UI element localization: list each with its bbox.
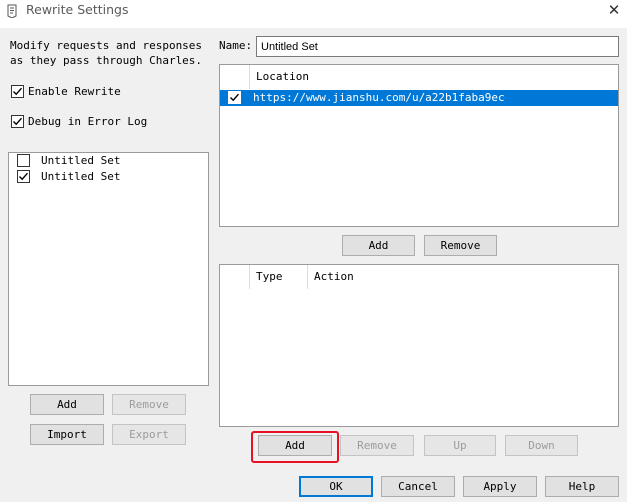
charles-app-icon bbox=[6, 4, 18, 19]
checkmark-icon bbox=[13, 87, 23, 96]
set-checkbox[interactable] bbox=[17, 170, 30, 183]
set-name-input[interactable] bbox=[256, 36, 619, 57]
move-up-button[interactable]: Up bbox=[424, 435, 496, 456]
help-button[interactable]: Help bbox=[545, 476, 619, 497]
add-rule-button[interactable]: Add bbox=[258, 435, 332, 456]
table-row[interactable]: https://www.jianshu.com/u/a22b1faba9ec bbox=[220, 90, 618, 106]
set-list-item[interactable]: Untitled Set bbox=[17, 154, 120, 167]
location-checkbox[interactable] bbox=[228, 91, 241, 104]
add-set-button[interactable]: Add bbox=[30, 394, 104, 415]
locations-table[interactable]: Location https://www.jianshu.com/u/a22b1… bbox=[219, 64, 619, 227]
remove-location-button[interactable]: Remove bbox=[424, 235, 497, 256]
location-checkbox-column bbox=[220, 65, 250, 89]
import-button[interactable]: Import bbox=[30, 424, 104, 445]
action-column-header[interactable]: Action bbox=[308, 265, 618, 289]
location-url: https://www.jianshu.com/u/a22b1faba9ec bbox=[253, 91, 505, 104]
type-column-header[interactable]: Type bbox=[250, 265, 308, 289]
location-column-header[interactable]: Location bbox=[250, 65, 618, 89]
rules-table[interactable]: Type Action bbox=[219, 264, 619, 427]
debug-error-log-checkbox[interactable] bbox=[11, 115, 24, 128]
ok-button[interactable]: OK bbox=[299, 476, 373, 497]
enable-rewrite-option[interactable]: Enable Rewrite bbox=[11, 85, 121, 98]
remove-set-button[interactable]: Remove bbox=[112, 394, 186, 415]
checkmark-icon bbox=[13, 117, 23, 126]
set-label: Untitled Set bbox=[41, 170, 121, 183]
export-button[interactable]: Export bbox=[112, 424, 186, 445]
close-icon[interactable]: ✕ bbox=[603, 0, 625, 20]
enable-rewrite-label: Enable Rewrite bbox=[28, 85, 121, 98]
checkmark-icon bbox=[19, 172, 29, 181]
checkmark-icon bbox=[230, 93, 240, 102]
rewrite-sets-list[interactable]: Untitled Set Untitled Set bbox=[8, 152, 209, 386]
name-label: Name: bbox=[219, 39, 253, 52]
apply-button[interactable]: Apply bbox=[463, 476, 537, 497]
debug-error-log-option[interactable]: Debug in Error Log bbox=[11, 115, 147, 128]
move-down-button[interactable]: Down bbox=[505, 435, 578, 456]
add-location-button[interactable]: Add bbox=[342, 235, 415, 256]
set-label: Untitled Set bbox=[41, 154, 121, 167]
description-text: Modify requests and responses as they pa… bbox=[10, 39, 203, 67]
cancel-button[interactable]: Cancel bbox=[381, 476, 455, 497]
debug-error-log-label: Debug in Error Log bbox=[28, 115, 148, 128]
set-list-item[interactable]: Untitled Set bbox=[17, 170, 120, 183]
window-title: Rewrite Settings bbox=[26, 2, 129, 17]
remove-rule-button[interactable]: Remove bbox=[340, 435, 414, 456]
rule-checkbox-column bbox=[220, 265, 250, 289]
set-checkbox[interactable] bbox=[17, 154, 30, 167]
enable-rewrite-checkbox[interactable] bbox=[11, 85, 24, 98]
